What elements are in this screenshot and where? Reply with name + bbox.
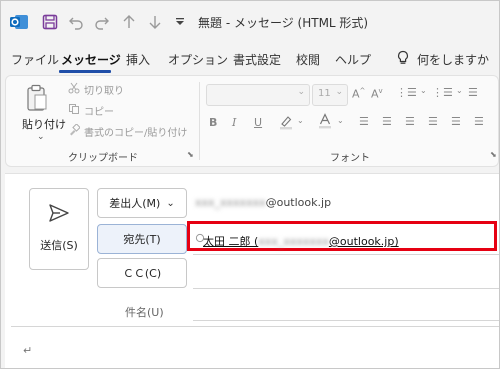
ribbon: 貼り付け ⌄ 切り取り コピー 書式のコピー/貼り付け クリップボード ⬊ ⌄ … bbox=[5, 75, 499, 167]
highlight-icon[interactable] bbox=[278, 114, 294, 133]
chevron-down-icon[interactable]: ⌄ bbox=[297, 116, 304, 125]
chevron-down-icon[interactable]: ⌄ bbox=[456, 86, 463, 95]
window-title: 無題 - メッセージ (HTML 形式) bbox=[198, 16, 369, 30]
tab-format-text[interactable]: 書式設定 bbox=[233, 51, 281, 68]
bold-button[interactable]: B bbox=[209, 116, 217, 129]
redo-icon[interactable] bbox=[93, 12, 111, 32]
group-divider bbox=[199, 82, 200, 160]
recipient-name: 太田 二郎 ( bbox=[203, 235, 259, 248]
clipboard-icon bbox=[26, 84, 48, 115]
underline-button[interactable]: U bbox=[254, 116, 262, 129]
from-address: xxx_xxxxxxx@outlook.jp bbox=[195, 196, 331, 209]
clipboard-group-label: クリップボード bbox=[68, 153, 138, 164]
compose-form: 送信(S) 差出人(M) ⌄ xxx_xxxxxxx@outlook.jp 宛先… bbox=[5, 173, 499, 368]
lightbulb-icon bbox=[397, 50, 409, 69]
copy-label: コピー bbox=[84, 107, 114, 118]
recipient-chip[interactable]: 太田 二郎 (xxx_xxxxxxx@outlook.jp) bbox=[203, 233, 399, 249]
numbering-icon[interactable]: ⋮☰ bbox=[432, 86, 453, 99]
chevron-down-icon[interactable]: ⌄ bbox=[37, 132, 45, 142]
chevron-down-icon: ⌄ bbox=[297, 87, 305, 97]
italic-button[interactable]: I bbox=[232, 116, 236, 129]
send-label: 送信(S) bbox=[40, 239, 78, 252]
align-center-icon[interactable]: ☰ bbox=[382, 115, 392, 128]
subject-field-underline bbox=[193, 320, 499, 321]
paste-button[interactable]: 貼り付け ⌄ bbox=[16, 82, 66, 142]
chevron-down-icon[interactable]: ⌄ bbox=[337, 116, 344, 125]
chevron-down-icon: ⌄ bbox=[335, 87, 343, 97]
format-painter-label: 書式のコピー/貼り付け bbox=[84, 128, 188, 139]
clipboard-dialog-launcher-icon[interactable]: ⬊ bbox=[187, 150, 195, 159]
line-spacing-icon[interactable]: ☰ bbox=[451, 115, 461, 128]
from-address-blurred: xxx_xxxxxxx bbox=[195, 196, 266, 209]
from-label: 差出人(M) bbox=[109, 197, 161, 210]
font-name-combo[interactable]: ⌄ bbox=[206, 84, 310, 106]
to-button[interactable]: 宛先(T) bbox=[97, 224, 187, 254]
cut-button[interactable]: 切り取り bbox=[68, 82, 124, 97]
outlook-logo-icon bbox=[9, 12, 29, 32]
align-left-icon[interactable]: ☰ bbox=[359, 115, 369, 128]
format-painter-button[interactable]: 書式のコピー/貼り付け bbox=[68, 123, 188, 139]
justify-icon[interactable]: ☰ bbox=[428, 115, 438, 128]
tell-me-search[interactable]: 何をしますか bbox=[397, 50, 489, 69]
copy-button[interactable]: コピー bbox=[68, 103, 114, 118]
outlook-message-window: 無題 - メッセージ (HTML 形式) ファイル メッセージ 挿入 オプション… bbox=[0, 0, 500, 369]
from-button[interactable]: 差出人(M) ⌄ bbox=[97, 188, 187, 218]
to-field[interactable]: 太田 二郎 (xxx_xxxxxxx@outlook.jp) bbox=[195, 224, 493, 254]
tab-message[interactable]: メッセージ bbox=[61, 51, 121, 68]
font-group-label: フォント bbox=[330, 153, 370, 164]
subject-label: 件名(U) bbox=[125, 306, 164, 319]
paragraph-mark-icon: ↵ bbox=[23, 344, 33, 357]
bullets-icon[interactable]: ⋮☰ bbox=[396, 86, 417, 99]
undo-icon[interactable] bbox=[67, 12, 85, 32]
title-bar: 無題 - メッセージ (HTML 形式) bbox=[1, 1, 499, 41]
chevron-down-icon: ⌄ bbox=[166, 197, 175, 209]
decrease-indent-icon[interactable]: ☰ bbox=[468, 86, 478, 99]
recipient-domain: @outlook.jp) bbox=[328, 235, 399, 248]
chevron-down-icon[interactable]: ⌄ bbox=[420, 86, 427, 95]
cut-label: 切り取り bbox=[84, 86, 124, 97]
cc-field-underline bbox=[193, 288, 499, 289]
copy-icon bbox=[68, 103, 80, 118]
send-button[interactable]: 送信(S) bbox=[29, 188, 89, 270]
tell-me-label: 何をしますか bbox=[417, 53, 490, 67]
cc-button[interactable]: ＣＣ(C) bbox=[97, 258, 187, 288]
arrow-down-icon[interactable] bbox=[147, 12, 163, 32]
font-size-combo[interactable]: 11 ⌄ bbox=[312, 84, 348, 106]
tab-options[interactable]: オプション bbox=[168, 51, 228, 68]
increase-indent-icon[interactable]: ☰ bbox=[474, 115, 484, 128]
from-address-domain: @outlook.jp bbox=[265, 196, 332, 209]
tab-file[interactable]: ファイル bbox=[11, 51, 59, 68]
to-label: 宛先(T) bbox=[123, 233, 161, 246]
active-tab-indicator bbox=[59, 70, 111, 73]
paintbrush-icon bbox=[68, 123, 81, 139]
tab-insert[interactable]: 挿入 bbox=[126, 51, 150, 68]
send-icon bbox=[48, 203, 70, 226]
to-field-underline bbox=[193, 254, 499, 255]
shrink-font-icon[interactable]: Av bbox=[371, 87, 383, 101]
cc-label: ＣＣ(C) bbox=[122, 267, 162, 280]
header-body-divider bbox=[11, 326, 499, 327]
font-size-value: 11 bbox=[318, 88, 331, 99]
font-dialog-launcher-icon[interactable]: ⬊ bbox=[490, 150, 498, 159]
align-right-icon[interactable]: ☰ bbox=[405, 115, 415, 128]
customize-toolbar-icon[interactable] bbox=[174, 12, 186, 32]
scissors-icon bbox=[68, 82, 80, 97]
recipient-blurred: xxx_xxxxxxx bbox=[258, 235, 329, 248]
tab-help[interactable]: ヘルプ bbox=[335, 51, 371, 68]
font-color-icon[interactable] bbox=[318, 113, 332, 132]
arrow-up-icon[interactable] bbox=[121, 12, 137, 32]
save-icon[interactable] bbox=[41, 12, 59, 32]
tab-review[interactable]: 校閲 bbox=[296, 51, 320, 68]
grow-font-icon[interactable]: A^ bbox=[352, 87, 365, 101]
paste-label: 貼り付け bbox=[22, 118, 66, 131]
